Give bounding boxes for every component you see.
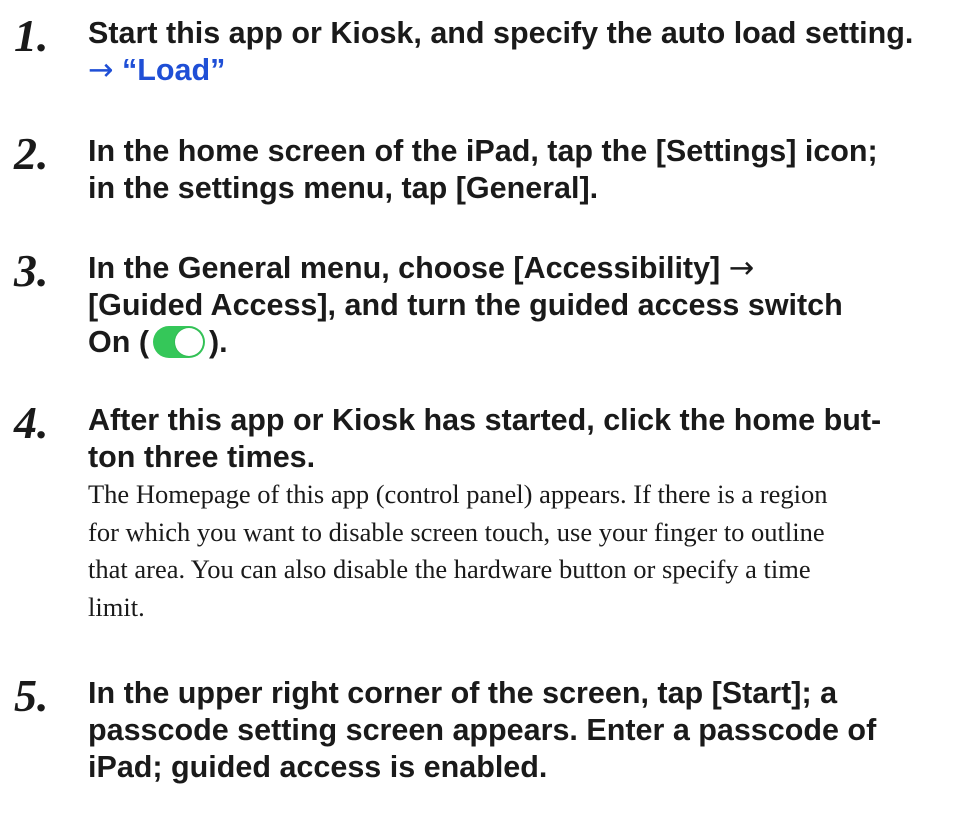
step-instruction: Start this app or Kiosk, and specify the… — [88, 15, 950, 89]
step-number: 3. — [14, 245, 49, 296]
instruction-line: In the General menu, choose [Accessibili… — [88, 250, 950, 287]
description-line: for which you want to disable screen tou… — [88, 516, 825, 547]
arrow-right-icon: → — [728, 251, 755, 286]
instruction-line: in the settings menu, tap [General]. — [88, 171, 599, 205]
step-instruction: After this app or Kiosk has started, cli… — [88, 402, 950, 476]
switch-knob — [175, 328, 203, 356]
instruction-text: On ( — [88, 325, 149, 359]
step-instruction: In the upper right corner of the screen,… — [88, 675, 950, 786]
guided-access-switch-icon — [153, 326, 205, 358]
instruction-text: ). — [209, 325, 228, 359]
instruction-line: passcode setting screen appears. Enter a… — [88, 713, 877, 747]
step-description: The Homepage of this app (control panel)… — [88, 476, 958, 626]
instruction-line: In the home screen of the iPad, tap the … — [88, 134, 878, 168]
instruction-text: In the General menu, choose [Accessibili… — [88, 251, 729, 285]
description-line: limit. — [88, 591, 145, 622]
instruction-line: Start this app or Kiosk, and specify the… — [88, 16, 914, 50]
description-line: The Homepage of this app (control panel)… — [88, 479, 828, 509]
step-number: 4. — [14, 397, 49, 448]
step-instruction: In the home screen of the iPad, tap the … — [88, 133, 950, 207]
load-link-text[interactable]: “Load” — [122, 53, 225, 87]
link-arrow-icon: → — [88, 53, 114, 88]
instruction-line: In the upper right corner of the screen,… — [88, 676, 838, 710]
step-number: 2. — [14, 128, 49, 179]
step-number: 5. — [14, 670, 49, 721]
instruction-line: ton three times. — [88, 440, 316, 474]
step-number: 1. — [14, 10, 49, 61]
instruction-line: After this app or Kiosk has started, cli… — [88, 403, 882, 437]
instruction-line: iPad; guided access is enabled. — [88, 750, 548, 784]
description-line: that area. You can also disable the hard… — [88, 554, 811, 584]
load-link[interactable]: → “Load” — [88, 52, 950, 89]
instruction-line: [Guided Access], and turn the guided acc… — [88, 288, 843, 322]
instruction-line: On (). — [88, 324, 950, 361]
step-instruction: In the General menu, choose [Accessibili… — [88, 250, 950, 361]
